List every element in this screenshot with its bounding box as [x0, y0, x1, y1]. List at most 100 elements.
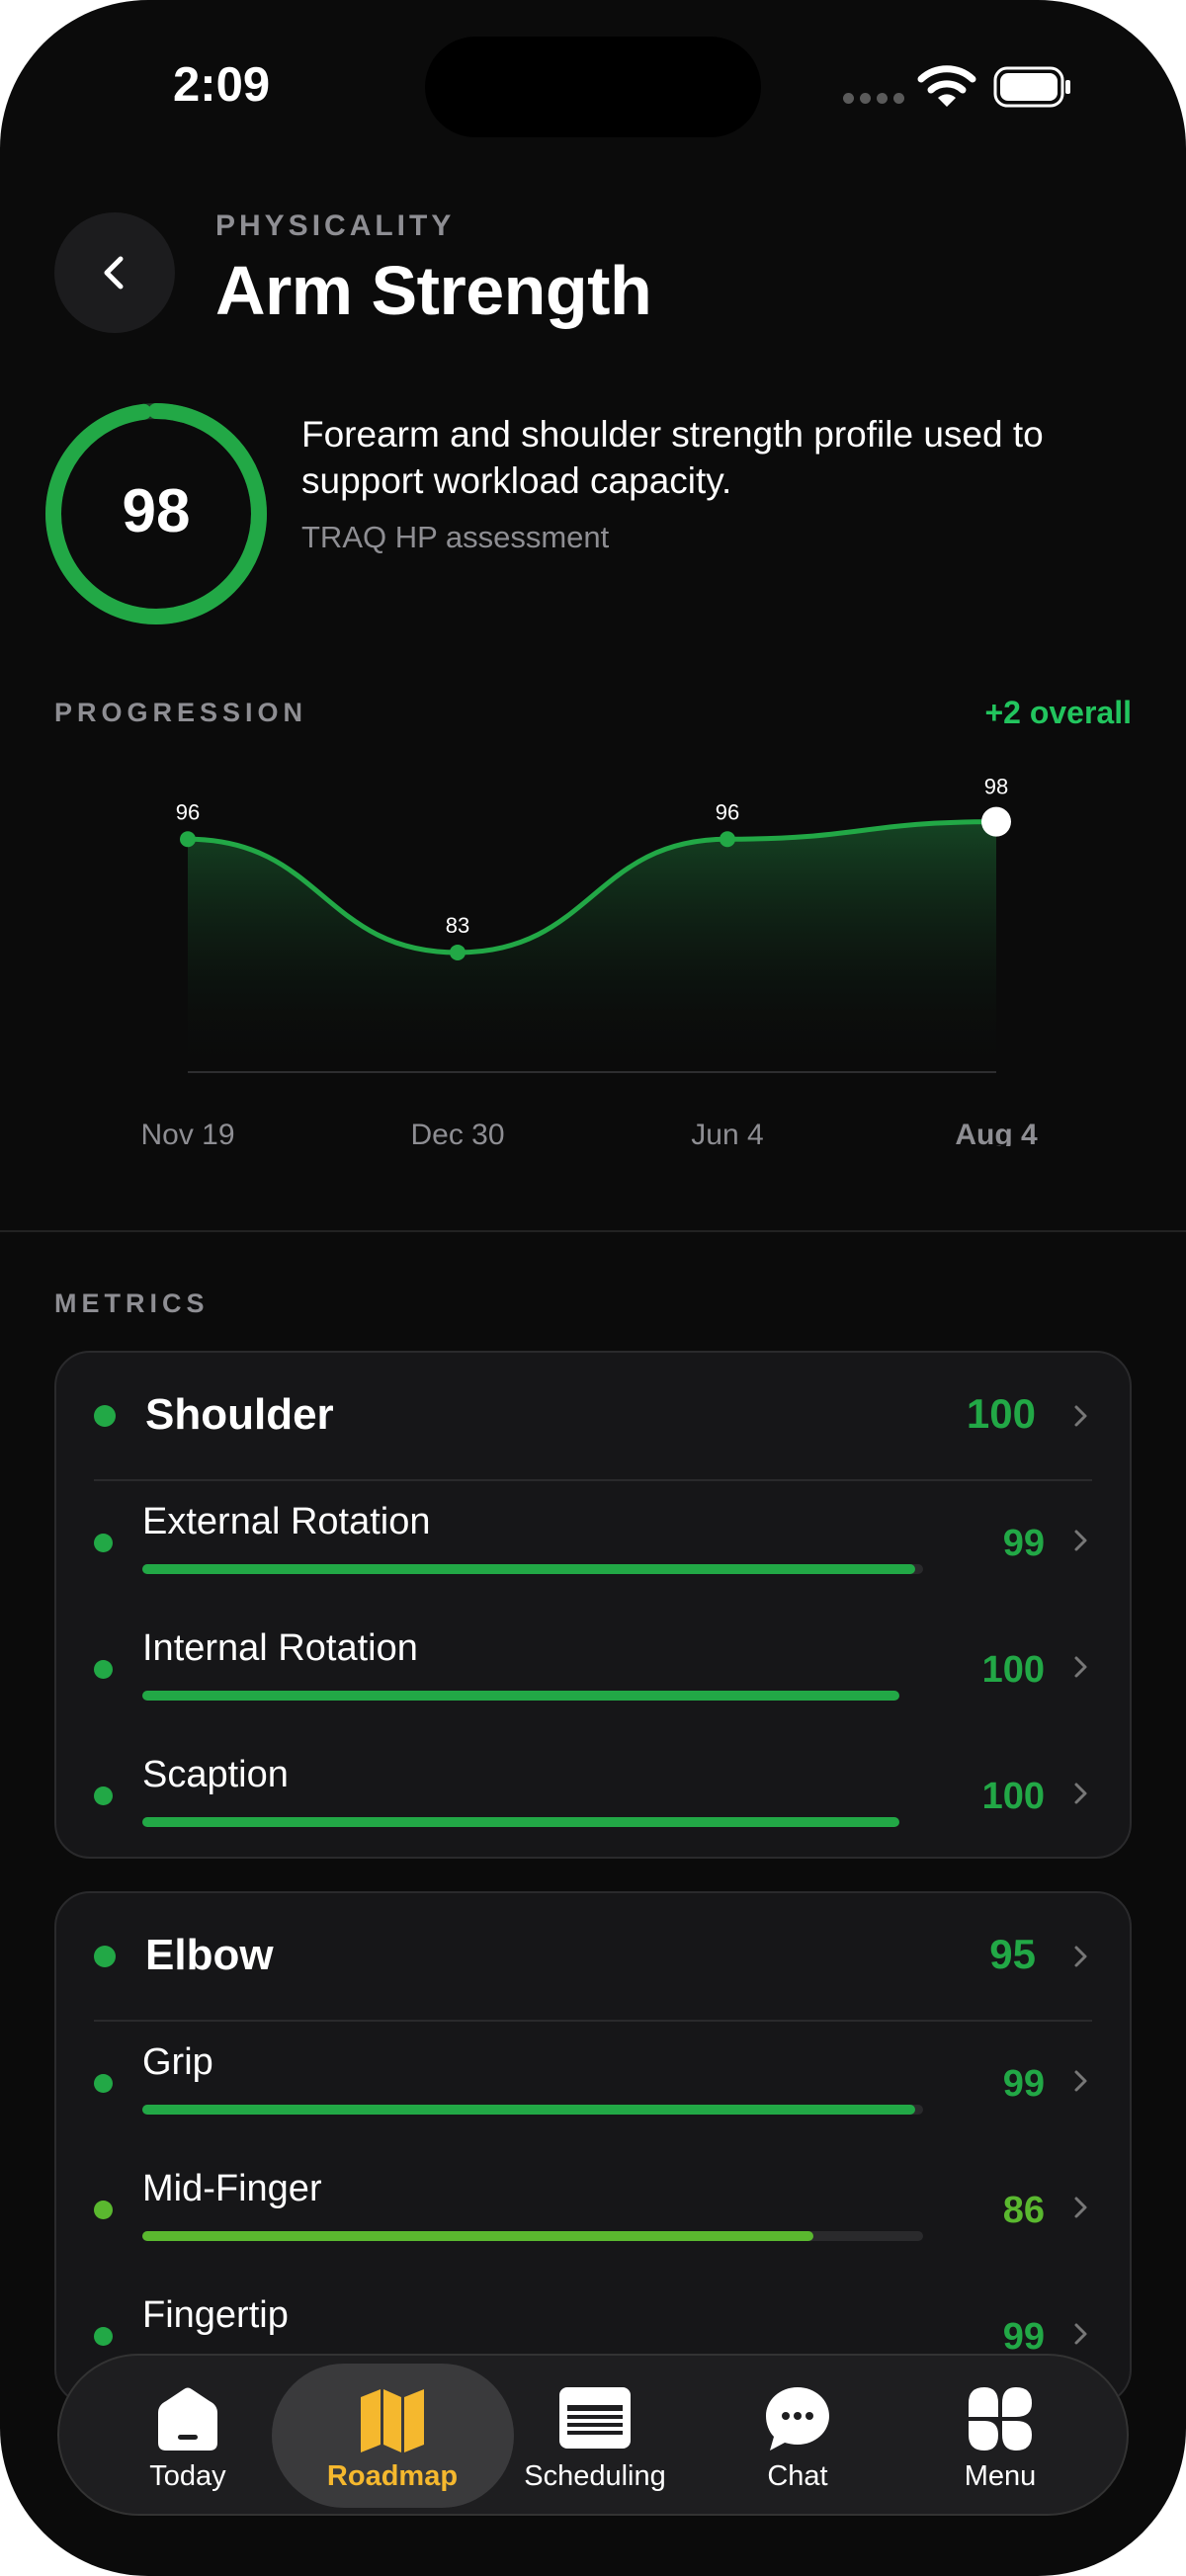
tab-label: Scheduling — [524, 2460, 666, 2492]
metric-group-header[interactable]: Shoulder 100 — [56, 1353, 1130, 1479]
signal-dot — [860, 93, 871, 104]
chevron-left-icon — [104, 256, 124, 290]
metric-group-name: Elbow — [145, 1931, 274, 1979]
signal-dot — [877, 93, 888, 104]
chevron-right-icon — [1074, 2197, 1087, 2218]
metric-value: 100 — [981, 1649, 1045, 1691]
score-source: TRAQ HP assessment — [301, 520, 610, 554]
tab-label: Roadmap — [326, 2460, 459, 2492]
signal-dot — [843, 93, 854, 104]
chevron-right-icon — [1074, 2323, 1087, 2345]
chart-point[interactable] — [981, 806, 1011, 837]
progress-fill — [142, 2231, 814, 2241]
status-dot — [94, 1660, 113, 1679]
progress-fill — [142, 1817, 900, 1827]
chevron-right-icon — [1074, 1405, 1087, 1427]
chart-value-label: 83 — [446, 913, 469, 938]
metric-row[interactable]: External Rotation 99 — [56, 1481, 1130, 1608]
tab-label: Menu — [964, 2460, 1037, 2492]
tab-today[interactable]: Today — [84, 2356, 292, 2514]
metric-row[interactable]: Internal Rotation 100 — [56, 1608, 1130, 1734]
status-dot — [94, 2327, 113, 2346]
battery-icon — [993, 66, 1070, 108]
phone-screen: 2:09 PHYSICALITY Arm Strength 98 Forearm… — [0, 0, 1186, 2576]
status-dot — [94, 2074, 113, 2093]
grid-icon — [969, 2387, 1032, 2451]
tab-label: Chat — [767, 2460, 828, 2492]
metric-value: 99 — [1002, 2316, 1045, 2358]
home-icon — [158, 2387, 217, 2451]
score-description: Forearm and shoulder strength profile us… — [301, 414, 1044, 501]
progress-track — [142, 1691, 923, 1701]
tab-menu[interactable]: Menu — [896, 2356, 1104, 2514]
metric-group-header[interactable]: Elbow 95 — [56, 1893, 1130, 2020]
progress-track — [142, 2105, 923, 2115]
progress-fill — [142, 2105, 916, 2115]
page-category: PHYSICALITY — [215, 209, 456, 242]
status-dot — [94, 1534, 113, 1552]
progression-label: PROGRESSION — [54, 698, 308, 727]
progress-track — [142, 1817, 923, 1827]
chart-x-label: Dec 30 — [410, 1119, 504, 1146]
chart-area — [188, 821, 996, 1072]
metric-name: Mid-Finger — [142, 2168, 322, 2209]
metric-value: 86 — [1002, 2190, 1045, 2231]
chart-value-label: 96 — [176, 799, 200, 824]
metric-group-shoulder: Shoulder 100 External Rotation 99 Intern… — [54, 1351, 1132, 1859]
metric-name: Fingertip — [142, 2294, 289, 2336]
progress-track — [142, 2231, 923, 2241]
wifi-icon — [917, 65, 976, 107]
chevron-right-icon — [1074, 1530, 1087, 1551]
metric-name: External Rotation — [142, 1501, 431, 1542]
metric-row[interactable]: Scaption 100 — [56, 1734, 1130, 1861]
status-time: 2:09 — [173, 58, 271, 112]
chart-x-label: Aug 4 — [955, 1119, 1038, 1146]
score-value: 98 — [122, 477, 191, 545]
progress-fill — [142, 1564, 916, 1574]
chart-point[interactable] — [720, 831, 735, 848]
chart-value-label: 98 — [984, 775, 1008, 799]
chart-value-label: 96 — [716, 799, 739, 824]
chevron-right-icon — [1074, 1656, 1087, 1678]
chevron-right-icon — [1074, 1783, 1087, 1804]
metric-group-name: Shoulder — [145, 1390, 334, 1439]
back-button[interactable] — [54, 212, 175, 333]
metric-group-value: 100 — [966, 1390, 1036, 1437]
progression-change: +2 overall — [984, 695, 1132, 730]
page-title: Arm Strength — [215, 252, 652, 329]
progression-chart: 96 Nov 19 83 Dec 30 96 Jun 4 98 Aug 4 — [140, 775, 1038, 1146]
tab-label: Today — [149, 2460, 226, 2492]
chevron-right-icon — [1074, 2070, 1087, 2092]
tab-roadmap[interactable]: Roadmap — [289, 2356, 496, 2514]
tab-bar: Today Roadmap Scheduling Chat Menu — [57, 2354, 1129, 2516]
chat-icon — [766, 2387, 829, 2451]
signal-dot — [893, 93, 904, 104]
status-dot — [94, 1946, 116, 1967]
tab-scheduling[interactable]: Scheduling — [491, 2356, 699, 2514]
metric-row[interactable]: Grip 99 — [56, 2022, 1130, 2148]
chart-point[interactable] — [450, 944, 466, 960]
dynamic-island — [425, 37, 761, 137]
status-dot — [94, 1405, 116, 1427]
metric-name: Internal Rotation — [142, 1627, 418, 1669]
metric-row[interactable]: Mid-Finger 86 — [56, 2148, 1130, 2275]
chart-point[interactable] — [180, 831, 196, 848]
metrics-label: METRICS — [54, 1288, 210, 1318]
status-dot — [94, 2201, 113, 2219]
metric-value: 99 — [1002, 1523, 1045, 1564]
metric-value: 99 — [1002, 2063, 1045, 2105]
chart-x-label: Nov 19 — [140, 1119, 234, 1146]
metric-group-value: 95 — [989, 1931, 1036, 1977]
status-dot — [94, 1787, 113, 1805]
metric-group-elbow: Elbow 95 Grip 99 Mid-Finger 86 Fingertip… — [54, 1891, 1132, 2405]
map-icon — [361, 2389, 424, 2452]
calendar-icon — [559, 2387, 631, 2449]
progress-track — [142, 1564, 923, 1574]
tab-chat[interactable]: Chat — [694, 2356, 901, 2514]
metric-name: Scaption — [142, 1754, 289, 1795]
metric-name: Grip — [142, 2041, 213, 2083]
metric-value: 100 — [981, 1776, 1045, 1817]
chevron-right-icon — [1074, 1946, 1087, 1967]
chart-x-label: Jun 4 — [691, 1119, 763, 1146]
section-divider — [0, 1230, 1186, 1232]
